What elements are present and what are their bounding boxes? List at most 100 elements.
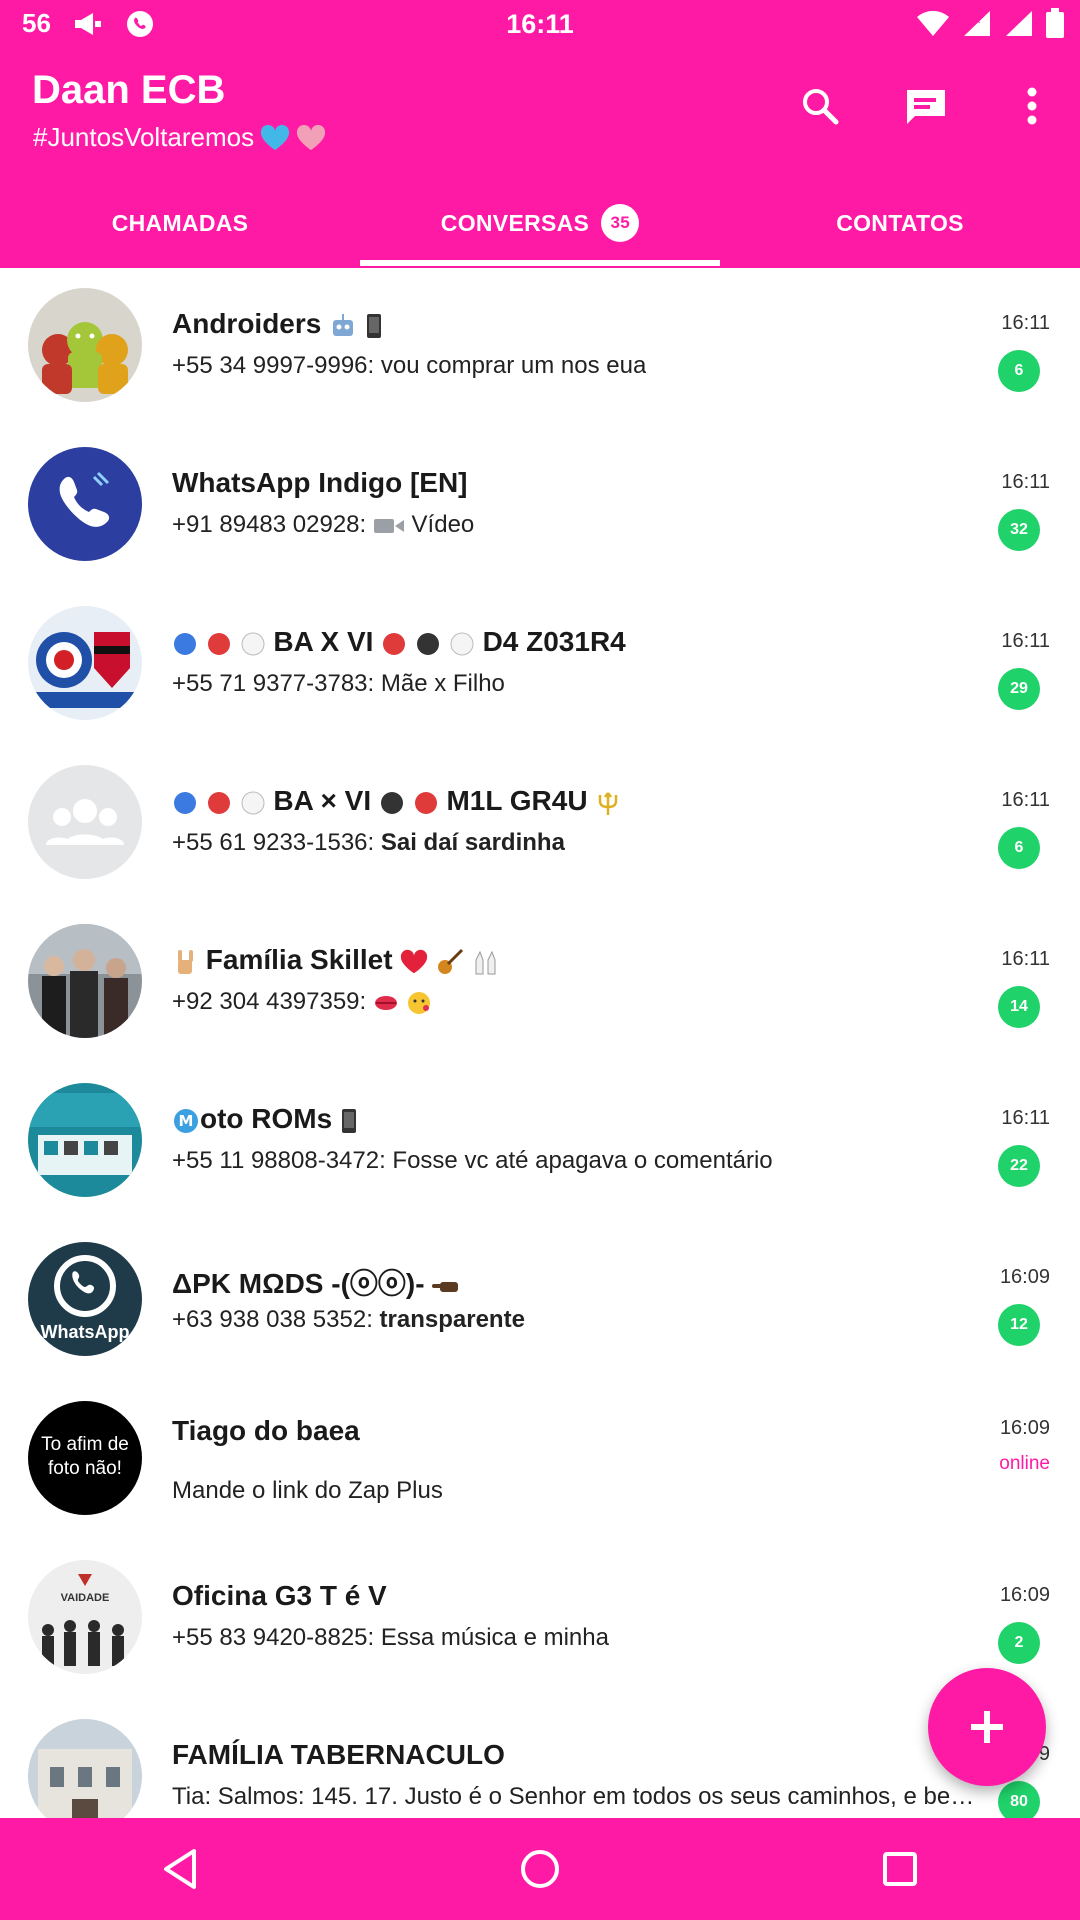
pink-heart-icon <box>297 124 326 150</box>
unread-badge: 22 <box>998 1145 1040 1187</box>
message: Mande o link do Zap Plus <box>172 1477 443 1504</box>
message: vou comprar um nos eua <box>380 352 647 379</box>
message: Essa música e minha <box>380 1624 609 1651</box>
chat-name-suffix: -(ⓞⓞ)- <box>331 1268 425 1299</box>
tab-label: CONTATOS <box>836 209 964 236</box>
sender: +55 83 9420-8825: <box>172 1624 375 1651</box>
team-crests-avatar <box>28 606 142 720</box>
avatar[interactable] <box>28 1719 142 1818</box>
signal-icon <box>1006 11 1032 36</box>
message: Fosse vc até apagava o comentário <box>392 1147 773 1174</box>
battery-icon <box>1046 8 1064 38</box>
chat-row[interactable]: Androiders +55 34 9997-9996: vou comprar… <box>0 268 1080 427</box>
chat-name-text: ΔPK MΩDS <box>172 1268 324 1299</box>
unread-badge: 6 <box>998 350 1040 392</box>
avatar[interactable] <box>28 1083 142 1197</box>
guitar-icon <box>438 948 464 974</box>
chat-name: Tiago do baea <box>172 1415 360 1446</box>
avatar-caption: VAIDADE <box>60 1592 110 1604</box>
chat-row[interactable]: WhatsApp Indigo [EN] +91 89483 02928: Ví… <box>0 427 1080 586</box>
search-icon <box>803 89 839 125</box>
tab-chamadas[interactable]: CHAMADAS <box>0 178 360 268</box>
kissing-face-icon <box>407 991 430 1014</box>
kiss-mark-icon <box>374 995 397 1010</box>
message: Vídeo <box>411 511 475 538</box>
chat-row[interactable]: BA × VI M1L GR4U +55 61 9233-1536: Sai d… <box>0 745 1080 904</box>
chat-row[interactable]: To afim de foto não! Tiago do baea Mande… <box>0 1381 1080 1540</box>
chat-preview: +55 71 9377-3783: Mãe x Filho <box>172 670 505 698</box>
chat-name: WhatsApp Indigo [EN] <box>172 467 468 498</box>
plus-icon <box>971 1711 1003 1743</box>
chat-preview: +55 61 9233-1536: Sai daí sardinha <box>172 829 565 857</box>
chat-row[interactable]: FAMÍLIA TABERNACULO Tia: Salmos: 145. 17… <box>0 1699 1080 1818</box>
new-conversation-fab[interactable] <box>928 1668 1046 1786</box>
chat-row[interactable]: Moto ROMs +55 11 98808-3472: Fosse vc at… <box>0 1063 1080 1222</box>
red-circle-icon <box>207 791 230 814</box>
chat-row[interactable]: Família Skillet +92 304 4397359: 16:11 1… <box>0 904 1080 1063</box>
home-circle-icon <box>521 1850 559 1888</box>
blue-circle-icon <box>174 791 196 814</box>
avatar[interactable] <box>28 606 142 720</box>
band-photo-avatar <box>28 924 142 1038</box>
chat-name: BA × VI M1L GR4U <box>172 785 621 817</box>
home-button[interactable] <box>500 1829 580 1909</box>
subtitle-text: #JuntosVoltaremos <box>33 122 255 152</box>
recents-button[interactable] <box>860 1829 940 1909</box>
unread-badge: 32 <box>998 509 1040 551</box>
chat-name-text: BA X VI <box>273 626 374 657</box>
chat-preview: Tia: Salmos: 145. 17. Justo é o Senhor e… <box>172 1783 982 1811</box>
tab-contatos[interactable]: CONTATOS <box>720 178 1080 268</box>
avatar-caption: WhatsApp <box>40 1322 130 1342</box>
unread-badge: 80 <box>998 1781 1040 1818</box>
avatar[interactable] <box>28 447 142 561</box>
chat-row[interactable]: BA X VI D4 Z031R4 +55 71 9377-3783: Mãe … <box>0 586 1080 745</box>
app-subtitle: #JuntosVoltaremos <box>33 122 326 153</box>
red-circle-icon <box>414 791 437 814</box>
signal-x-icon: x <box>964 11 990 36</box>
blue-circle-icon <box>174 632 196 655</box>
chat-time: 16:09 <box>999 1266 1050 1288</box>
chat-time: 16:09 <box>999 1584 1050 1606</box>
white-circle-icon <box>450 632 474 656</box>
status-right: x <box>916 8 1064 38</box>
chat-name-suffix: D4 Z031R4 <box>482 626 626 657</box>
avatar[interactable] <box>28 288 142 402</box>
svg-text:x: x <box>974 13 981 26</box>
blue-heart-icon <box>261 124 290 150</box>
recents-square-icon <box>883 1852 917 1886</box>
sender: +55 61 9233-1536: <box>172 829 375 856</box>
chat-name: ΔPK MΩDS -(ⓞⓞ)- <box>172 1262 460 1302</box>
message: Salmos: 145. 17. Justo é o Senhor em tod… <box>217 1783 982 1810</box>
letter-m-circle-icon: M <box>174 1108 198 1133</box>
back-button[interactable] <box>140 1829 220 1909</box>
avatar[interactable]: VAIDADE <box>28 1560 142 1674</box>
chat-row[interactable]: VAIDADE Oficina G3 T é V +55 83 9420-882… <box>0 1540 1080 1699</box>
search-button[interactable] <box>796 82 844 130</box>
avatar[interactable]: To afim de foto não! <box>28 1401 142 1515</box>
tab-conversas[interactable]: CONVERSAS 35 <box>360 178 720 268</box>
chat-preview: +92 304 4397359: <box>172 988 432 1016</box>
tab-label: CONVERSAS <box>440 209 590 236</box>
chat-name-text: BA × VI <box>273 785 372 816</box>
online-status: online <box>999 1453 1050 1474</box>
status-bar: 56 16:11 x <box>0 0 1080 48</box>
chat-preview: +55 34 9997-9996: vou comprar um nos eua <box>172 352 646 380</box>
chat-row[interactable]: WhatsApp ΔPK MΩDS -(ⓞⓞ)- +63 938 038 535… <box>0 1222 1080 1381</box>
more-options-button[interactable] <box>1008 82 1056 130</box>
chat-name: BA X VI D4 Z031R4 <box>172 626 626 658</box>
avatar[interactable] <box>28 765 142 879</box>
avatar[interactable]: WhatsApp <box>28 1242 142 1356</box>
navigation-bar <box>0 1818 1080 1920</box>
chat-list[interactable]: Androiders +55 34 9997-9996: vou comprar… <box>0 268 1080 1818</box>
chat-time: 16:09 <box>999 1417 1050 1439</box>
unread-badge: 29 <box>998 668 1040 710</box>
chat-name: Oficina G3 T é V <box>172 1580 387 1611</box>
back-triangle-icon <box>164 1849 196 1889</box>
sender: +55 11 98808-3472: <box>172 1147 386 1174</box>
white-circle-icon <box>241 791 265 815</box>
sender: +63 938 038 5352: <box>172 1306 373 1333</box>
red-circle-icon <box>383 632 406 655</box>
new-chat-button[interactable] <box>902 82 950 130</box>
group-placeholder-avatar <box>28 765 142 879</box>
avatar[interactable] <box>28 924 142 1038</box>
